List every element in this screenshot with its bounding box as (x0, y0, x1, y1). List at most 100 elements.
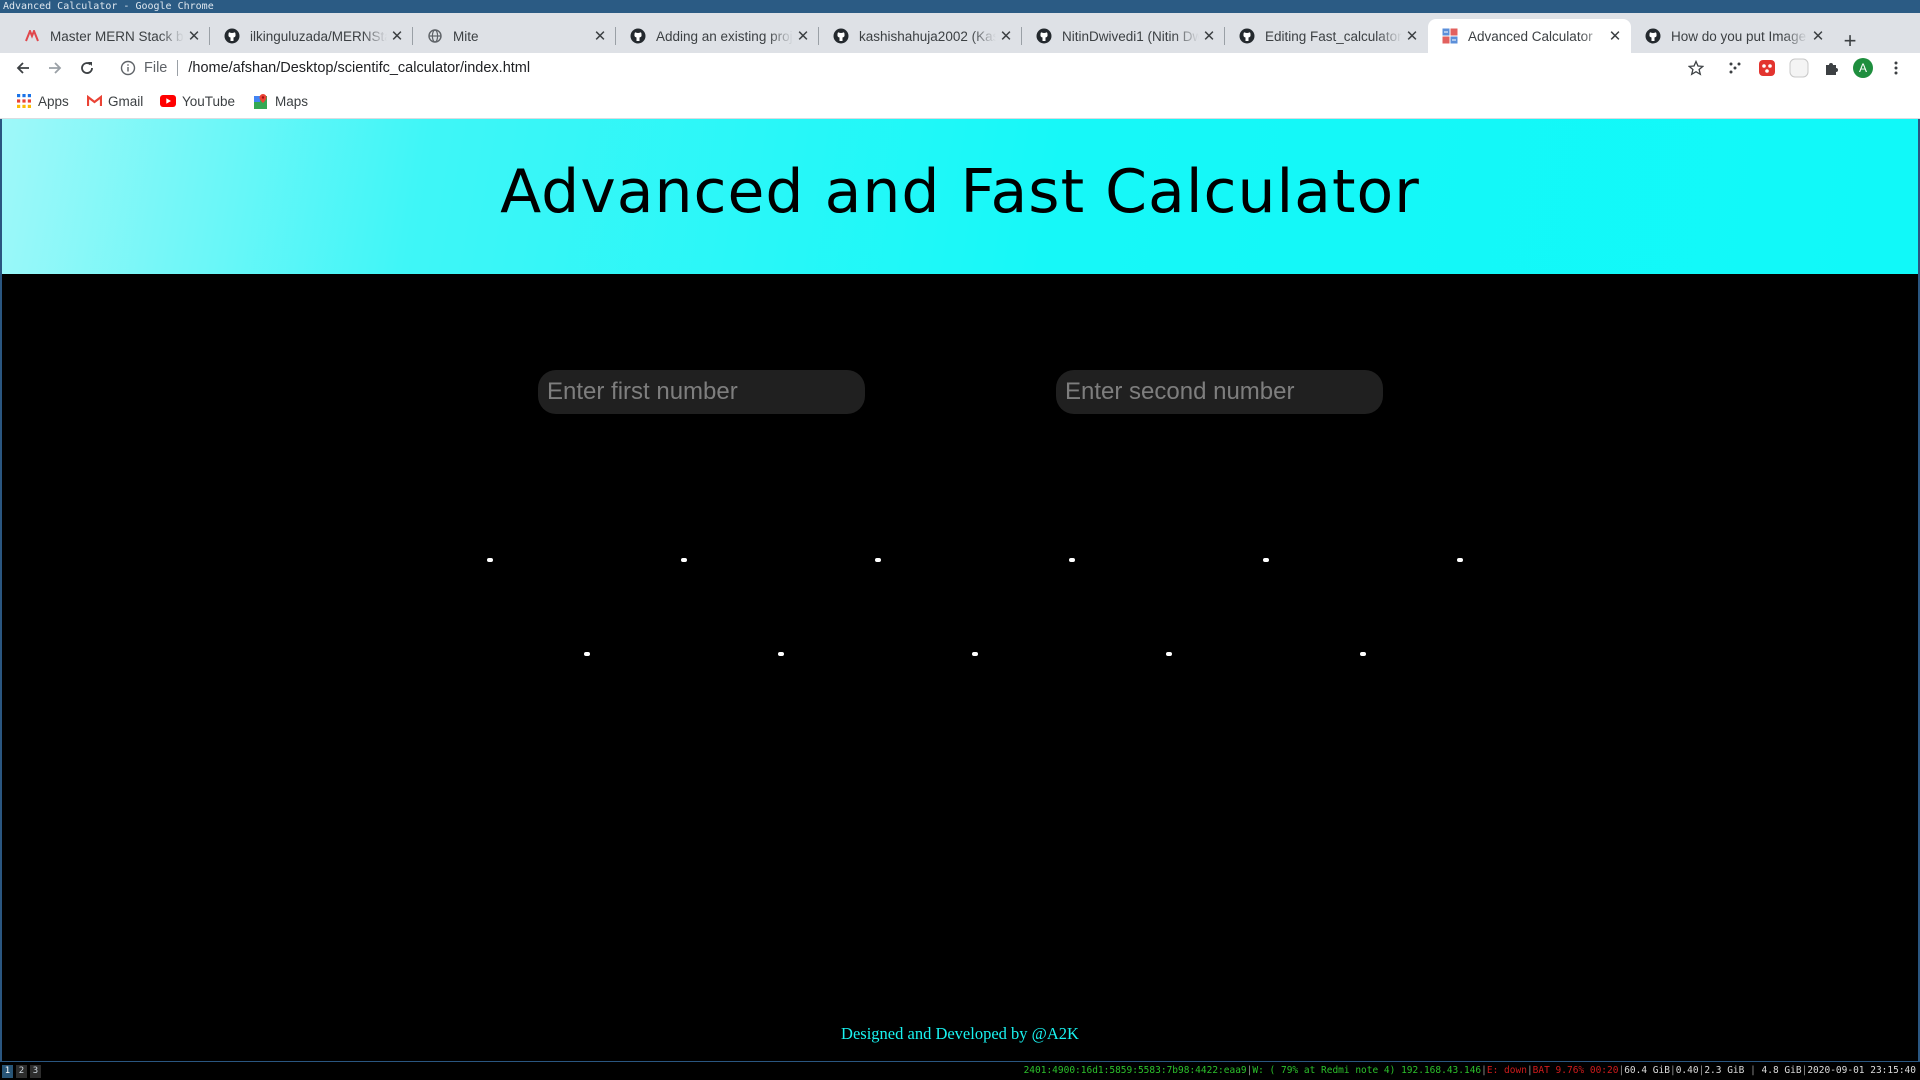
close-tab-icon[interactable]: ✕ (793, 26, 813, 46)
back-arrow-icon (16, 62, 29, 74)
bookmark-label: Apps (38, 93, 69, 109)
memory-used: 2.3 GiB (1704, 1065, 1745, 1076)
operation-button[interactable] (1069, 558, 1075, 562)
window-title: Advanced Calculator - Google Chrome (0, 0, 1920, 13)
bookmark-youtube[interactable]: YouTube (160, 91, 235, 111)
reload-icon (81, 62, 93, 74)
tab-strip: Master MERN Stack by ✕ ilkinguluzada/MER… (0, 13, 1920, 53)
url-text[interactable]: /home/afshan/Desktop/scientifc_calculato… (188, 60, 530, 76)
page-title: Advanced and Fast Calculator (500, 156, 1420, 227)
tab-advanced-calculator[interactable]: Advanced Calculator ✕ (1428, 19, 1631, 53)
tab-ilkinguluzada[interactable]: ilkinguluzada/MERNSta ✕ (210, 19, 413, 53)
bookmark-maps[interactable]: Maps (253, 91, 308, 111)
system-status-bar: 1 2 3 2401:4900:16d1:5859:5583:7b98:4422… (0, 1061, 1920, 1080)
extension-white-icon[interactable] (1789, 58, 1809, 78)
tab-label: NitinDwivedi1 (Nitin Dw (1062, 28, 1199, 44)
maps-pin-icon (253, 93, 269, 109)
extension-dots-icon[interactable] (1725, 58, 1745, 78)
disk-space: 60.4 GiB (1624, 1065, 1670, 1076)
workspace-button[interactable]: 2 (16, 1065, 27, 1078)
bookmark-label: Maps (275, 93, 309, 109)
scheme-label: File (144, 60, 168, 76)
extensions-puzzle-icon[interactable] (1822, 58, 1842, 78)
mern-logo-icon (24, 28, 40, 44)
close-tab-icon[interactable]: ✕ (1605, 26, 1625, 46)
bookmark-gmail[interactable]: Gmail (86, 91, 143, 111)
workspace-button[interactable]: 1 (2, 1065, 13, 1078)
page-content: Advanced and Fast Calculator Designed an… (0, 119, 1920, 1061)
close-tab-icon[interactable]: ✕ (1402, 26, 1422, 46)
system-info: 2401:4900:16d1:5859:5583:7b98:4422:eaa9|… (1023, 1065, 1916, 1076)
operation-button[interactable] (778, 652, 784, 656)
datetime: 2020-09-01 23:15:40 (1807, 1065, 1916, 1076)
globe-icon (427, 28, 443, 44)
tab-label: kashishahuja2002 (Kash (859, 28, 996, 44)
first-number-input[interactable] (538, 370, 865, 414)
tab-label: Mite (453, 28, 479, 44)
menu-kebab-icon[interactable] (1886, 58, 1906, 78)
bookmark-label: Gmail (108, 93, 144, 109)
forward-button[interactable] (42, 55, 68, 81)
header-banner: Advanced and Fast Calculator (2, 119, 1918, 274)
operation-button[interactable] (972, 652, 978, 656)
gmail-icon (86, 93, 102, 109)
operation-button[interactable] (1263, 558, 1269, 562)
battery-status: BAT 9.76% 00:20 (1532, 1065, 1619, 1076)
footer-credit: Designed and Developed by @A2K (841, 1024, 1079, 1043)
close-tab-icon[interactable]: ✕ (184, 26, 204, 46)
ethernet-status: E: down (1486, 1065, 1527, 1076)
browser-toolbar: File /home/afshan/Desktop/scientifc_calc… (0, 53, 1920, 83)
new-tab-button[interactable]: + (1836, 27, 1864, 55)
tab-mite[interactable]: Mite ✕ (413, 19, 616, 53)
bookmark-apps[interactable]: Apps (16, 91, 69, 111)
close-tab-icon[interactable]: ✕ (387, 26, 407, 46)
operation-button[interactable] (487, 558, 493, 562)
tab-adding-existing-project[interactable]: Adding an existing proj ✕ (616, 19, 819, 53)
bookmark-label: YouTube (182, 93, 236, 109)
github-icon (1645, 28, 1661, 44)
bookmark-star-icon[interactable] (1686, 58, 1706, 78)
tab-kashishahuja[interactable]: kashishahuja2002 (Kash ✕ (819, 19, 1022, 53)
github-icon (224, 28, 240, 44)
ipv6-address: 2401:4900:16d1:5859:5583:7b98:4422:eaa9 (1023, 1065, 1247, 1076)
reload-button[interactable] (74, 55, 100, 81)
tab-label: Advanced Calculator (1468, 28, 1593, 44)
operation-button[interactable] (1166, 652, 1172, 656)
operation-button[interactable] (681, 558, 687, 562)
tab-label: How do you put Image (1671, 28, 1807, 44)
tab-nitindwivedi[interactable]: NitinDwivedi1 (Nitin Dw ✕ (1022, 19, 1225, 53)
wifi-status: W: ( 79% at Redmi note 4) 192.168.43.146 (1252, 1065, 1482, 1076)
apps-grid-icon (16, 93, 32, 109)
extension-red-icon[interactable] (1757, 58, 1777, 78)
memory-free: 4.8 GiB (1761, 1065, 1802, 1076)
github-icon (833, 28, 849, 44)
tab-editing-fast-calculator[interactable]: Editing Fast_calculator ✕ (1225, 19, 1428, 53)
close-tab-icon[interactable]: ✕ (590, 26, 610, 46)
back-button[interactable] (10, 55, 36, 81)
tab-master-mern[interactable]: Master MERN Stack by ✕ (10, 19, 210, 53)
github-icon (1239, 28, 1255, 44)
operation-button[interactable] (875, 558, 881, 562)
youtube-icon (160, 93, 176, 109)
info-icon[interactable] (120, 60, 136, 76)
address-bar[interactable]: File /home/afshan/Desktop/scientifc_calc… (112, 53, 1698, 83)
scheme-divider (177, 60, 179, 76)
workspace-button[interactable]: 3 (30, 1065, 41, 1078)
operation-button[interactable] (1457, 558, 1463, 562)
tab-label: Master MERN Stack by (50, 28, 184, 44)
calculator-icon (1442, 28, 1458, 44)
tab-label: Editing Fast_calculator (1265, 28, 1402, 44)
close-tab-icon[interactable]: ✕ (1199, 26, 1219, 46)
tab-how-put-image[interactable]: How do you put Image ✕ (1631, 19, 1834, 53)
profile-avatar[interactable]: A (1853, 58, 1873, 78)
tab-label: Adding an existing proj (656, 28, 793, 44)
cpu-load: 0.40 (1675, 1065, 1699, 1076)
operation-button[interactable] (1360, 652, 1366, 656)
bookmarks-bar: Apps Gmail YouTube Maps (0, 83, 1920, 119)
close-tab-icon[interactable]: ✕ (1808, 26, 1828, 46)
second-number-input[interactable] (1056, 370, 1383, 414)
forward-arrow-icon (49, 62, 62, 74)
close-tab-icon[interactable]: ✕ (996, 26, 1016, 46)
github-icon (630, 28, 646, 44)
operation-button[interactable] (584, 652, 590, 656)
